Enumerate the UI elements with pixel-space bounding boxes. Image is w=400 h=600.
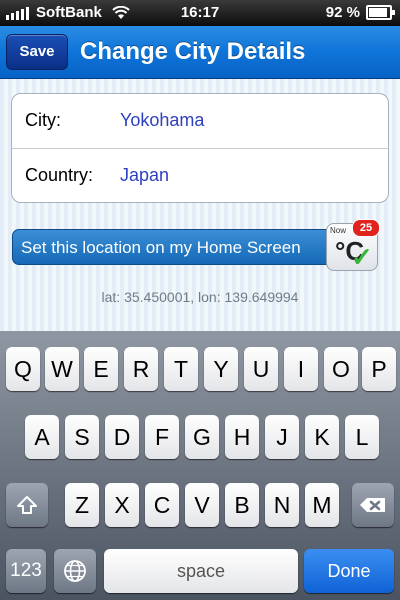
key-x[interactable]: X bbox=[105, 483, 139, 527]
key-u[interactable]: U bbox=[244, 347, 278, 391]
city-label: City: bbox=[25, 110, 61, 130]
country-row[interactable]: Country: Japan bbox=[12, 148, 388, 202]
notification-badge: 25 bbox=[352, 219, 380, 237]
globe-key[interactable] bbox=[54, 549, 96, 593]
app-icon-now-text: Now bbox=[330, 226, 347, 235]
space-key[interactable]: space bbox=[104, 549, 298, 593]
key-o[interactable]: O bbox=[324, 347, 358, 391]
key-a[interactable]: A bbox=[25, 415, 59, 459]
shift-key[interactable] bbox=[6, 483, 48, 527]
key-c[interactable]: C bbox=[145, 483, 179, 527]
key-p[interactable]: P bbox=[362, 347, 396, 391]
key-y[interactable]: Y bbox=[204, 347, 238, 391]
status-bar: SoftBank 16:17 92 % bbox=[0, 0, 400, 26]
navigation-bar: Save Change City Details bbox=[0, 26, 400, 79]
page-title: Change City Details bbox=[80, 38, 306, 65]
numbers-key[interactable]: 123 bbox=[6, 549, 46, 593]
key-w[interactable]: W bbox=[45, 347, 79, 391]
battery-percent: 92 % bbox=[325, 4, 360, 21]
battery-icon bbox=[366, 5, 395, 20]
status-right: 92 % bbox=[325, 4, 395, 21]
key-n[interactable]: N bbox=[265, 483, 299, 527]
key-m[interactable]: M bbox=[305, 483, 339, 527]
save-button[interactable]: Save bbox=[6, 34, 68, 70]
key-b[interactable]: B bbox=[225, 483, 259, 527]
key-s[interactable]: S bbox=[65, 415, 99, 459]
key-t[interactable]: T bbox=[164, 347, 198, 391]
set-home-screen-button[interactable]: Set this location on my Home Screen bbox=[12, 229, 374, 265]
city-details-form: City: Yokohama Country: Japan bbox=[11, 93, 389, 203]
key-q[interactable]: Q bbox=[6, 347, 40, 391]
backspace-key[interactable] bbox=[352, 483, 394, 527]
key-k[interactable]: K bbox=[305, 415, 339, 459]
coordinates-text: lat: 35.450001, lon: 139.649994 bbox=[101, 289, 299, 305]
key-g[interactable]: G bbox=[185, 415, 219, 459]
content-area: City: Yokohama Country: Japan Set this l… bbox=[0, 79, 400, 331]
key-f[interactable]: F bbox=[145, 415, 179, 459]
backspace-icon bbox=[360, 498, 385, 512]
key-j[interactable]: J bbox=[265, 415, 299, 459]
key-e[interactable]: E bbox=[84, 347, 118, 391]
key-z[interactable]: Z bbox=[65, 483, 99, 527]
key-l[interactable]: L bbox=[345, 415, 379, 459]
key-i[interactable]: I bbox=[284, 347, 318, 391]
key-d[interactable]: D bbox=[105, 415, 139, 459]
key-h[interactable]: H bbox=[225, 415, 259, 459]
done-key[interactable]: Done bbox=[304, 549, 394, 593]
key-v[interactable]: V bbox=[185, 483, 219, 527]
country-label: Country: bbox=[25, 165, 94, 185]
country-field[interactable]: Japan bbox=[120, 165, 169, 186]
city-field[interactable]: Yokohama bbox=[120, 110, 204, 131]
checkmark-icon: ✓ bbox=[351, 242, 373, 272]
keyboard: Q W E R T Y U I O P A S D F G H J K L Z … bbox=[0, 331, 400, 600]
shift-arrow-icon bbox=[17, 496, 37, 514]
key-r[interactable]: R bbox=[124, 347, 158, 391]
city-row[interactable]: City: Yokohama bbox=[12, 94, 388, 148]
globe-icon bbox=[64, 560, 86, 582]
